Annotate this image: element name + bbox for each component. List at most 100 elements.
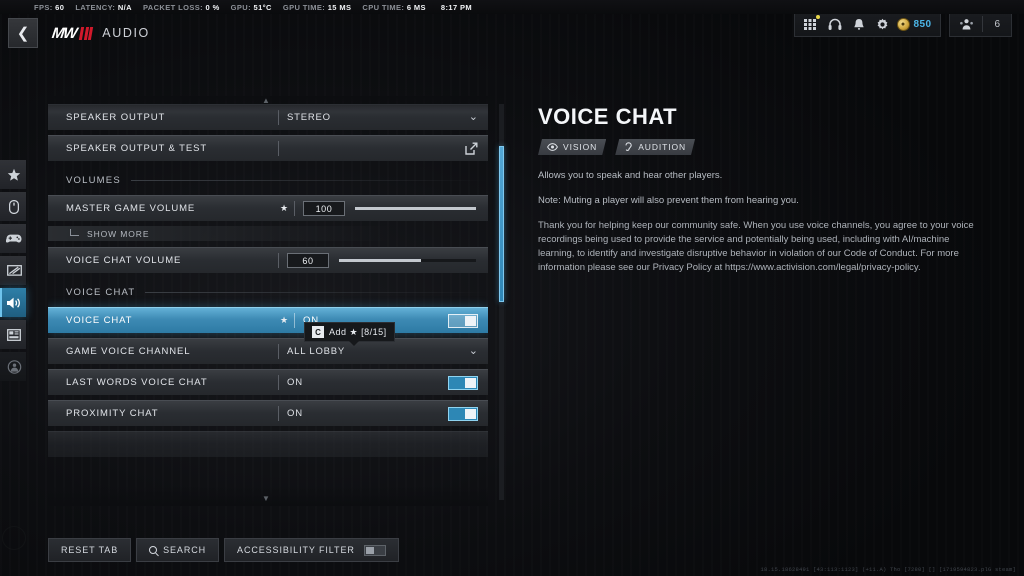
tag-audition: AUDITION [615,139,695,155]
sidebar-item-audio[interactable] [0,288,26,317]
gear-glyph [877,18,888,29]
favorite-star-icon[interactable]: ★ [276,315,292,326]
toggle-switch[interactable] [448,375,478,390]
squad-glyph [960,18,973,29]
show-more-toggle[interactable]: SHOW MORE [48,226,488,241]
clock: 8:17 PM [440,2,473,12]
show-more-label: SHOW MORE [87,228,150,239]
setting-value[interactable]: 60 [287,253,329,268]
divider [278,110,279,125]
mw-logo-bars-icon [79,26,94,40]
setting-control[interactable]: ⌄ [454,112,488,123]
apps-grid-glyph [804,18,817,30]
setting-voice-chat[interactable]: VOICE CHAT ★ ON [48,307,488,333]
external-link-icon [465,142,478,155]
sidebar-item-mouse-keyboard[interactable] [0,192,26,221]
setting-last-words-voice-chat[interactable]: LAST WORDS VOICE CHAT ON [48,369,488,395]
squad-icon[interactable] [954,12,978,36]
setting-voice-chat-volume[interactable]: VOICE CHAT VOLUME 60 [48,247,488,273]
stat-gpu-time: GPU TIME: 15 MS [283,3,352,12]
eye-icon [547,143,558,151]
corner-watermark [2,526,26,550]
tag-label: AUDITION [638,142,687,152]
sidebar-item-account[interactable] [0,352,26,381]
search-label: SEARCH [163,545,207,555]
settings-category-rail [0,160,26,381]
favorite-star-icon[interactable]: ★ [276,203,292,214]
speaker-icon [7,297,20,308]
setting-info-panel: VOICE CHAT VISION AUDITION Allows you to… [538,104,986,276]
mw-logo-text: MW [50,24,78,42]
setting-control[interactable]: ⌄ [454,346,488,357]
slider-track-wrap[interactable] [355,207,488,210]
gear-icon[interactable] [871,12,895,36]
stat-latency-label: LATENCY: [75,2,116,12]
reset-tab-button[interactable]: RESET TAB [48,538,132,562]
mw3-logo: MW [50,24,94,42]
keybind-hint-label: Add ★ [8/15] [329,326,387,337]
search-button[interactable]: SEARCH [136,538,220,562]
search-icon [149,546,158,554]
star-icon [7,168,21,181]
toggle-switch[interactable] [448,406,478,421]
account-network-icon [7,359,21,374]
apps-grid-icon[interactable] [799,12,823,36]
reset-tab-label: RESET TAB [61,545,119,555]
brand: MW AUDIO [50,24,150,42]
currency-display[interactable]: ● 850 [895,17,937,31]
setting-value: ON [287,377,303,388]
stat-latency-value: N/A [117,2,132,12]
section-divider [145,292,488,293]
toggle-switch[interactable] [448,313,478,328]
setting-control[interactable] [454,142,488,155]
scroll-down-indicator: ▼ [262,494,270,503]
accessibility-filter-toggle[interactable] [363,544,386,556]
volume-slider[interactable] [339,259,476,262]
setting-row-partial[interactable] [48,431,488,457]
toggle-knob [464,408,476,419]
tag-vision: VISION [538,139,606,155]
bell-glyph [853,18,864,30]
chevron-down-icon: ⌄ [468,345,478,357]
bell-icon[interactable] [847,12,871,36]
setting-speaker-output-test[interactable]: SPEAKER OUTPUT & TEST [48,135,488,161]
settings-scrollbar-track[interactable] [499,104,504,500]
setting-control[interactable] [448,375,488,390]
info-note: Note: Muting a player will also prevent … [538,194,799,206]
setting-proximity-chat[interactable]: PROXIMITY CHAT ON [48,400,488,426]
stat-packet-loss: PACKET LOSS: 0 % [143,3,220,12]
sidebar-item-interface[interactable] [0,320,26,349]
divider [982,16,984,32]
slider-track-wrap[interactable] [339,259,488,262]
setting-label: SPEAKER OUTPUT [66,112,166,123]
toggle-knob [365,546,374,554]
sidebar-item-controller[interactable] [0,224,26,253]
performance-stats-bar: FPS: 60 LATENCY: N/A PACKET LOSS: 0 % GP… [0,0,1024,14]
divider [294,201,295,216]
stat-cpu-time-label: CPU TIME: [362,2,405,12]
setting-game-voice-channel[interactable]: GAME VOICE CHANNEL ALL LOBBY ⌄ [48,338,488,364]
setting-master-game-volume[interactable]: MASTER GAME VOLUME ★ 100 [48,195,488,221]
setting-label: PROXIMITY CHAT [66,408,159,419]
page-title: AUDIO [102,26,150,40]
accessibility-filter-button[interactable]: ACCESSIBILITY FILTER [224,538,399,562]
back-button[interactable]: ❮ [8,18,38,48]
info-title: VOICE CHAT [538,104,678,129]
setting-control[interactable] [448,313,488,328]
sidebar-item-graphics[interactable] [0,256,26,285]
setting-value: ALL LOBBY [287,346,346,357]
mouse-icon [9,199,19,214]
divider [278,344,279,359]
volume-slider[interactable] [355,207,476,210]
setting-control[interactable] [448,406,488,421]
stat-cpu-time: CPU TIME: 6 MS [362,3,426,12]
setting-speaker-output[interactable]: SPEAKER OUTPUT STEREO ⌄ [48,104,488,130]
slider-group[interactable]: 60 [287,253,488,268]
settings-scrollbar-thumb[interactable] [499,146,504,302]
slider-group[interactable]: 100 [303,201,488,216]
sidebar-item-favorites[interactable] [0,160,26,189]
section-divider [130,180,488,181]
setting-value[interactable]: 100 [303,201,345,216]
headset-icon[interactable] [823,12,847,36]
accessibility-filter-label: ACCESSIBILITY FILTER [237,545,355,555]
